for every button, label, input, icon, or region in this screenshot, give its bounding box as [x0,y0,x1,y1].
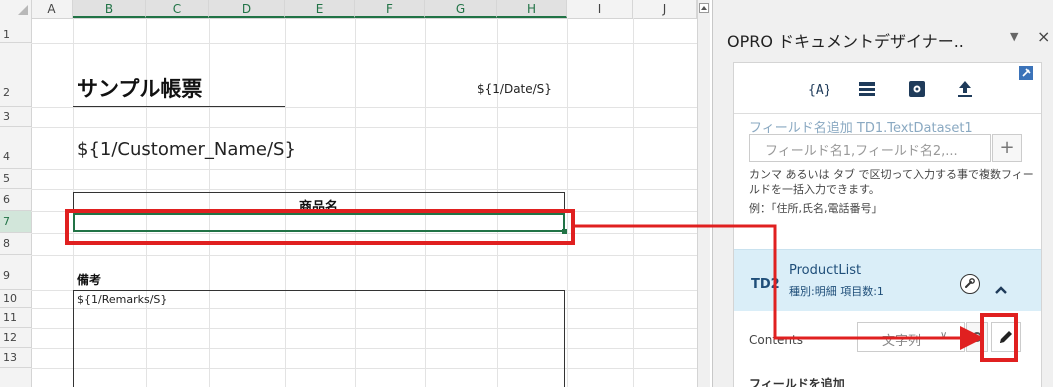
fill-handle[interactable] [562,229,567,234]
row-header-1[interactable]: 1 [0,18,31,43]
td2-label: TD2 [751,277,780,292]
svg-text:{A}: {A} [808,83,829,98]
row-header-6[interactable]: 6 [0,189,31,211]
upload-tab-icon[interactable] [953,77,977,101]
row-header-5[interactable]: 5 [0,169,31,189]
wrench-icon[interactable] [960,274,980,294]
field-name-placeholder: フィールド名1,フィールド名2,... [765,144,958,159]
settings-tab-icon[interactable] [905,77,929,101]
title-underline [73,106,285,107]
panel-options-dropdown-icon[interactable]: ▼ [1010,30,1018,43]
field-type-value: 文字列 [882,334,922,349]
remarks-label: 備考 [77,273,102,287]
table-tab-icon[interactable] [855,77,879,101]
td2-dataset-meta: 種別:明細 項目数:1 [789,285,884,298]
column-header-h[interactable]: H [497,0,567,18]
column-header-g[interactable]: G [425,0,497,18]
row-header-2[interactable]: 2 [0,43,31,107]
chevron-up-icon[interactable] [994,280,1008,299]
column-header-b[interactable]: B [73,0,146,18]
chevron-down-icon: ∨ [940,330,948,341]
row-header-9[interactable]: 9 [0,255,31,290]
column-header-bar: A B C D E F G H I J [0,0,710,19]
add-field-section-header: フィールドを追加 [749,377,845,387]
row-header-10[interactable]: 10 [0,290,31,308]
column-header-c[interactable]: C [146,0,209,18]
report-title: サンプル帳票 [77,77,203,101]
field-input-example: 例：「住所,氏名,電話番号」 [749,202,883,215]
field-input-help: カンマ あるいは タブ で区切って入力する事で複数フィールドを一括入力できます。 [749,168,1034,196]
product-name-header: 商品名 [299,200,339,215]
edit-field-button[interactable] [991,322,1021,352]
vertical-scrollbar[interactable] [697,0,710,387]
date-placeholder: ${1/Date/S} [477,82,552,96]
td2-dataset-name: ProductList [789,263,862,278]
document-designer-panel: OPRO ドキュメントデザイナー.. ▼ × {A} フィールド名追加 TD1.… [712,0,1053,387]
select-all-corner[interactable] [0,0,32,18]
row-header-bar: 1 2 3 4 5 6 7 8 9 10 11 12 13 [0,18,32,387]
row-header-12[interactable]: 12 [0,328,31,348]
customer-name-placeholder: ${1/Customer_Name/S} [77,139,296,160]
column-header-a[interactable]: A [31,0,73,18]
add-field-button[interactable]: + [992,134,1022,162]
field-type-select[interactable]: 文字列 ∨ [857,322,965,352]
panel-content: {A} フィールド名追加 TD1.TextDataset1 フィールド名1,フィ… [733,62,1042,387]
column-header-e[interactable]: E [285,0,355,18]
field-row-contents: Contents 文字列 ∨ [734,311,1041,367]
scroll-up-arrow-icon[interactable] [699,3,709,13]
row-header-3[interactable]: 3 [0,107,31,127]
column-header-i[interactable]: I [567,0,633,18]
row-header-11[interactable]: 11 [0,308,31,328]
column-header-f[interactable]: F [355,0,425,18]
selected-range-b7-h7[interactable] [73,213,565,232]
field-name-label: Contents [749,333,803,347]
column-header-j[interactable]: J [633,0,697,18]
remarks-placeholder: ${1/Remarks/S} [77,293,168,306]
row-header-4[interactable]: 4 [0,127,31,169]
row-header-8[interactable]: 8 [0,233,31,255]
dataset-td2-header[interactable]: TD2 ProductList 種別:明細 項目数:1 [734,249,1041,312]
pin-icon[interactable] [1018,65,1034,81]
field-tab-icon[interactable]: {A} [805,77,831,101]
row-header-13[interactable]: 13 [0,348,31,368]
field-settings-button[interactable] [966,322,988,352]
panel-title: OPRO ドキュメントデザイナー.. [727,32,964,51]
panel-toolbar: {A} [734,63,1041,114]
row-header-7[interactable]: 7 [0,211,31,233]
spreadsheet[interactable]: A B C D E F G H I J 1 2 3 4 5 6 7 8 9 10… [0,0,710,387]
column-header-d[interactable]: D [209,0,285,18]
field-name-input[interactable]: フィールド名1,フィールド名2,... [749,134,991,162]
pencil-icon [1000,331,1012,343]
cell-grid[interactable]: サンプル帳票 ${1/Date/S} ${1/Customer_Name/S} … [31,18,697,387]
panel-close-icon[interactable]: × [1037,27,1050,46]
